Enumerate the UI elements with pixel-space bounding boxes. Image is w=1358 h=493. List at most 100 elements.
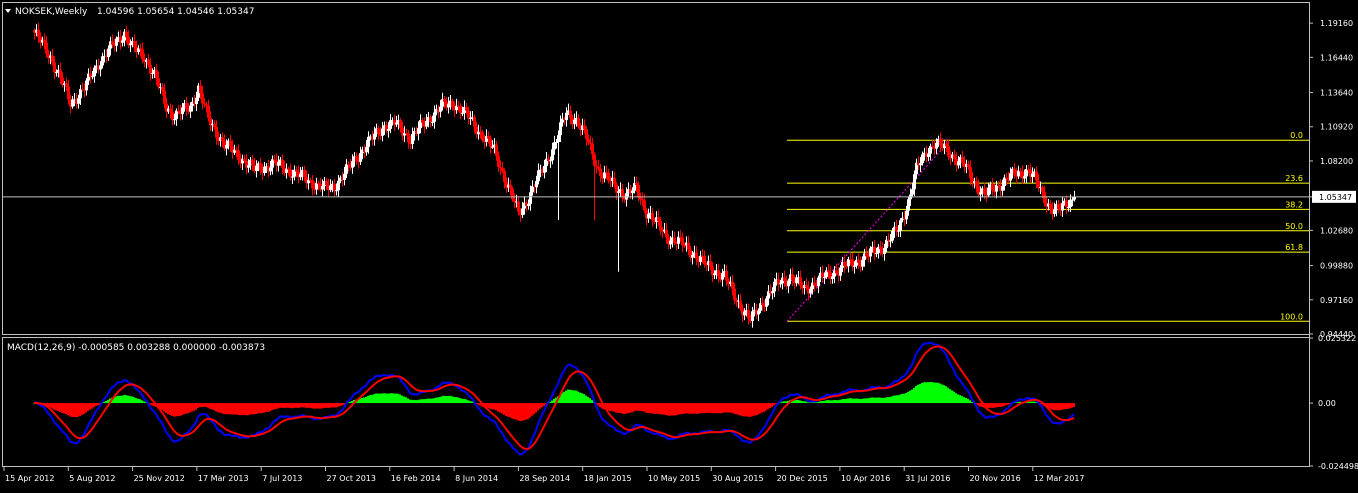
macd-histogram-bar [587, 396, 589, 404]
candle-body [867, 256, 870, 258]
macd-histogram-bar [247, 403, 249, 416]
macd-histogram-bar [225, 403, 227, 415]
candle-body [395, 122, 398, 125]
macd-histogram-bar [509, 403, 511, 418]
macd-histogram-bar [361, 397, 363, 404]
candle-body [731, 281, 734, 289]
macd-histogram-bar [115, 396, 117, 404]
candle-body [59, 69, 62, 78]
macd-histogram-bar [929, 381, 931, 404]
candle-body [1013, 168, 1016, 175]
macd-histogram-bar [507, 403, 509, 417]
macd-header[interactable]: MACD(12,26,9) -0.000585 0.003288 0.00000… [7, 343, 265, 353]
macd-histogram-bar [349, 401, 351, 404]
candle-body [879, 246, 882, 250]
candle-body [277, 161, 280, 166]
macd-histogram-bar [235, 403, 237, 415]
macd-histogram-bar [407, 398, 409, 404]
macd-histogram-bar [687, 403, 689, 414]
macd-histogram-bar [267, 403, 269, 412]
symbol-header[interactable]: NOKSEK,Weekly [15, 7, 88, 17]
candle-body [643, 200, 646, 211]
macd-histogram-bar [75, 403, 77, 418]
candle-body [201, 93, 204, 104]
macd-histogram-bar [935, 382, 937, 404]
macd-histogram-bar [767, 403, 769, 410]
macd-histogram-bar [399, 394, 401, 404]
macd-histogram-bar [815, 402, 817, 404]
candle-body [817, 277, 820, 287]
macd-histogram-bar [585, 395, 587, 404]
candle-body [875, 252, 878, 254]
macd-histogram-bar [301, 403, 303, 408]
macd-histogram-bar [223, 403, 225, 415]
macd-histogram-bar [955, 393, 957, 404]
macd-histogram-bar [203, 403, 205, 407]
candle-body [799, 277, 802, 286]
macd-histogram-bar [633, 403, 635, 412]
macd-histogram-bar [57, 403, 59, 412]
macd-histogram-bar [413, 399, 415, 404]
macd-histogram-bar [889, 397, 891, 404]
macd-histogram-bar [867, 398, 869, 404]
candle-body [163, 90, 166, 104]
macd-histogram-bar [655, 403, 657, 414]
candle-body [823, 276, 826, 278]
price-tick-label: 1.10920 [1320, 123, 1353, 132]
macd-histogram-bar [421, 399, 423, 404]
candle-body [1037, 180, 1040, 189]
macd-histogram-bar [531, 403, 533, 416]
candle-body [673, 237, 676, 243]
macd-histogram-bar [97, 403, 99, 406]
candle-body [725, 271, 728, 281]
candle-body [931, 145, 934, 147]
candle-body [355, 156, 358, 162]
candle-body [529, 192, 532, 204]
candle-body [247, 165, 250, 168]
candle-body [207, 105, 210, 118]
candle-body [311, 180, 314, 189]
macd-histogram-bar [675, 403, 677, 416]
candle-body [513, 199, 516, 202]
candle-body [549, 160, 552, 162]
candle-body [927, 153, 930, 157]
candle-body [795, 277, 798, 284]
candle-body [713, 273, 716, 276]
macd-histogram-bar [641, 403, 643, 412]
macd-histogram-bar [377, 393, 379, 404]
macd-histogram-bar [617, 403, 619, 413]
fib-level-label: 100.0 [1280, 312, 1303, 321]
macd-histogram-bar [869, 397, 871, 404]
macd-histogram-bar [1051, 403, 1053, 410]
macd-histogram-bar [131, 396, 133, 404]
candle-body [821, 272, 824, 278]
macd-histogram-bar [705, 403, 707, 414]
macd-histogram-bar [215, 403, 217, 412]
macd-histogram-bar [255, 403, 257, 414]
macd-histogram-bar [583, 394, 585, 404]
candle-body [857, 259, 860, 263]
candle-body [259, 163, 262, 171]
candle-body [583, 125, 586, 130]
macd-histogram-bar [965, 397, 967, 404]
time-tick-label: 5 Aug 2012 [69, 474, 115, 483]
candle-body [527, 203, 530, 206]
macd-histogram-bar [449, 395, 451, 404]
candle-body [677, 236, 680, 244]
macd-histogram-bar [959, 395, 961, 404]
macd-histogram-bar [683, 403, 685, 414]
candle-body [597, 166, 600, 169]
candle-body [1031, 173, 1034, 177]
macd-histogram-bar [373, 394, 375, 404]
candle-body [1057, 204, 1060, 210]
time-tick-label: 18 Jan 2015 [584, 474, 632, 483]
macd-histogram-bar [229, 403, 231, 415]
macd-histogram-bar [469, 400, 471, 404]
macd-histogram-bar [457, 397, 459, 404]
candle-body [765, 298, 768, 307]
macd-histogram-bar [119, 395, 121, 404]
candle-body [969, 167, 972, 179]
macd-histogram-bar [423, 399, 425, 404]
macd-histogram-bar [941, 384, 943, 404]
chart-canvas[interactable]: 0.0 23.6 38.2 50.0 61.8 100.0 1.19160 1.16440 1… [0, 0, 1358, 489]
